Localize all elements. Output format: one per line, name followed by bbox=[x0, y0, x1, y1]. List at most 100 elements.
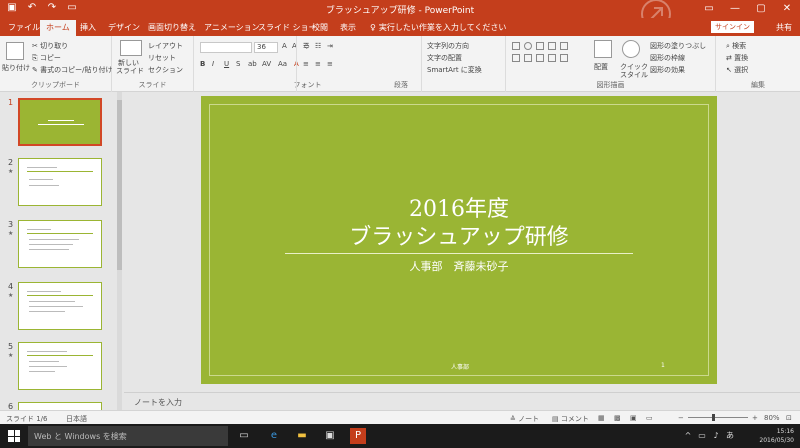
bold-icon[interactable]: B bbox=[200, 60, 205, 68]
thumbnail-scrollbar[interactable] bbox=[117, 92, 122, 410]
star-shape-icon[interactable] bbox=[524, 54, 532, 62]
triangle-shape-icon[interactable] bbox=[560, 42, 568, 50]
shadow-icon[interactable]: S bbox=[236, 60, 240, 68]
paste-button[interactable]: 貼り付け bbox=[2, 63, 30, 73]
slideshow-view-icon[interactable]: ▭ bbox=[646, 414, 653, 422]
zoom-level[interactable]: 80% bbox=[764, 414, 780, 422]
fit-slide-icon[interactable]: ⊡ bbox=[786, 414, 792, 422]
format-painter-button[interactable]: ✎ 書式のコピー/貼り付け bbox=[32, 65, 112, 75]
window-controls: ▭ — ▢ ✕ bbox=[696, 0, 800, 18]
underline-icon[interactable]: U bbox=[224, 60, 229, 68]
zoom-slider[interactable] bbox=[688, 417, 748, 418]
task-view-icon[interactable]: ▭ bbox=[236, 428, 252, 444]
close-icon[interactable]: ✕ bbox=[774, 0, 800, 18]
slide-thumbnail-1[interactable] bbox=[18, 98, 102, 146]
store-icon[interactable]: ▣ bbox=[322, 428, 338, 444]
tab-home[interactable]: ホーム bbox=[40, 20, 76, 36]
taskbar-search-box[interactable]: Web と Windows を検索 bbox=[28, 426, 228, 446]
select-button[interactable]: ↖ 選択 bbox=[726, 65, 748, 75]
tell-me-box[interactable]: ♀ 実行したい作業を入力してください bbox=[370, 22, 506, 33]
powerpoint-taskbar-icon[interactable]: P bbox=[350, 428, 366, 444]
share-button[interactable]: 共有 bbox=[776, 22, 792, 33]
ime-icon[interactable]: あ bbox=[722, 428, 738, 444]
maximize-icon[interactable]: ▢ bbox=[748, 0, 774, 18]
section-button[interactable]: セクション bbox=[148, 65, 183, 75]
slide-thumbnail-4[interactable] bbox=[18, 282, 102, 330]
tab-transitions[interactable]: 画面切り替え bbox=[148, 22, 196, 33]
windows-start-icon[interactable] bbox=[8, 430, 20, 442]
rectangle-shape-icon[interactable] bbox=[512, 42, 520, 50]
font-name-select[interactable] bbox=[200, 42, 252, 53]
numbering-icon[interactable]: ☷ bbox=[315, 42, 321, 50]
edge-browser-icon[interactable]: e bbox=[266, 428, 282, 444]
reading-view-icon[interactable]: ▣ bbox=[630, 414, 637, 422]
language-indicator[interactable]: 日本語 bbox=[66, 414, 87, 424]
more-shapes-icon[interactable] bbox=[560, 54, 568, 62]
tab-file[interactable]: ファイル bbox=[8, 22, 40, 33]
new-slide-icon[interactable] bbox=[120, 40, 142, 56]
oval-shape-icon[interactable] bbox=[524, 42, 532, 50]
notes-toggle[interactable]: ≙ ノート bbox=[510, 414, 539, 424]
shapes-gallery[interactable] bbox=[510, 40, 588, 76]
hexagon-shape-icon[interactable] bbox=[548, 54, 556, 62]
tab-view[interactable]: 表示 bbox=[340, 22, 356, 33]
arrange-button[interactable]: 配置 bbox=[594, 62, 608, 72]
reset-button[interactable]: リセット bbox=[148, 53, 176, 63]
minimize-icon[interactable]: — bbox=[722, 0, 748, 18]
align-right-icon[interactable]: ≡ bbox=[327, 60, 333, 68]
cut-button[interactable]: ✂ 切り取り bbox=[32, 41, 68, 51]
shape-effects-button[interactable]: 図形の効果 bbox=[650, 65, 685, 75]
slide-thumbnail-3[interactable] bbox=[18, 220, 102, 268]
normal-view-icon[interactable]: ▦ bbox=[598, 414, 605, 422]
file-explorer-icon[interactable]: ▬ bbox=[294, 428, 310, 444]
shape-fill-button[interactable]: 図形の塗りつぶし bbox=[650, 41, 706, 51]
grow-font-icon[interactable]: A bbox=[282, 42, 287, 50]
indent-icon[interactable]: ⇥ bbox=[327, 42, 333, 50]
brace-shape-icon[interactable] bbox=[536, 54, 544, 62]
zoom-in-icon[interactable]: + bbox=[752, 414, 758, 422]
tab-animations[interactable]: アニメーション bbox=[204, 22, 260, 33]
zoom-slider-thumb[interactable] bbox=[712, 414, 715, 421]
slide-subtitle[interactable]: 人事部 斉藤未砂子 bbox=[201, 258, 717, 274]
copy-button[interactable]: ⎘ コピー bbox=[32, 53, 61, 63]
comments-toggle[interactable]: ▤ コメント bbox=[552, 414, 589, 424]
powerpoint-window: ▣ ↶ ↷ ▭ ブラッシュアップ研修 - PowerPoint ▭ — ▢ ✕ … bbox=[0, 0, 800, 448]
tab-design[interactable]: デザイン bbox=[108, 22, 140, 33]
callout-shape-icon[interactable] bbox=[512, 54, 520, 62]
text-direction-button[interactable]: 文字列の方向 bbox=[427, 41, 469, 51]
slide-canvas[interactable]: 2016年度 ブラッシュアップ研修 人事部 斉藤未砂子 人事部 1 bbox=[201, 96, 717, 384]
tab-review[interactable]: 校閲 bbox=[312, 22, 328, 33]
scrollbar-thumb[interactable] bbox=[117, 100, 122, 270]
ribbon-display-icon[interactable]: ▭ bbox=[696, 0, 722, 18]
slide-title[interactable]: 2016年度 ブラッシュアップ研修 bbox=[201, 196, 717, 252]
layout-button[interactable]: レイアウト bbox=[148, 41, 183, 51]
arrow-shape-icon[interactable] bbox=[548, 42, 556, 50]
slide-thumbnail-2[interactable] bbox=[18, 158, 102, 206]
find-button[interactable]: ⌕ 検索 bbox=[726, 41, 746, 51]
slide-thumbnail-5[interactable] bbox=[18, 342, 102, 390]
line-shape-icon[interactable] bbox=[536, 42, 544, 50]
strikethrough-icon[interactable]: ab bbox=[248, 60, 257, 68]
replace-button[interactable]: ⇄ 置換 bbox=[726, 53, 748, 63]
slide-thumbnail-6[interactable] bbox=[18, 402, 102, 410]
align-text-button[interactable]: 文字の配置 bbox=[427, 53, 462, 63]
notes-pane[interactable]: ノートを入力 bbox=[124, 392, 800, 410]
bullets-icon[interactable]: ☰ bbox=[303, 42, 309, 50]
smartart-button[interactable]: SmartArt に変換 bbox=[427, 65, 482, 75]
align-center-icon[interactable]: ≡ bbox=[315, 60, 321, 68]
tab-slideshow[interactable]: スライド ショー bbox=[258, 22, 317, 33]
paste-icon[interactable] bbox=[6, 42, 24, 60]
spacing-icon[interactable]: AV bbox=[262, 60, 271, 68]
tab-insert[interactable]: 挿入 bbox=[80, 22, 96, 33]
align-left-icon[interactable]: ≡ bbox=[303, 60, 309, 68]
arrange-icon[interactable] bbox=[594, 40, 612, 58]
italic-icon[interactable]: I bbox=[212, 60, 214, 68]
sorter-view-icon[interactable]: ▩ bbox=[614, 414, 621, 422]
quick-styles-icon[interactable] bbox=[622, 40, 640, 58]
clock[interactable]: 15:16 2016/05/30 bbox=[759, 427, 794, 445]
font-size-select[interactable]: 36 bbox=[254, 42, 278, 53]
shape-outline-button[interactable]: 図形の枠線 bbox=[650, 53, 685, 63]
case-icon[interactable]: Aa bbox=[278, 60, 287, 68]
zoom-out-icon[interactable]: − bbox=[678, 414, 684, 422]
sign-in-button[interactable]: サインイン bbox=[711, 21, 754, 33]
